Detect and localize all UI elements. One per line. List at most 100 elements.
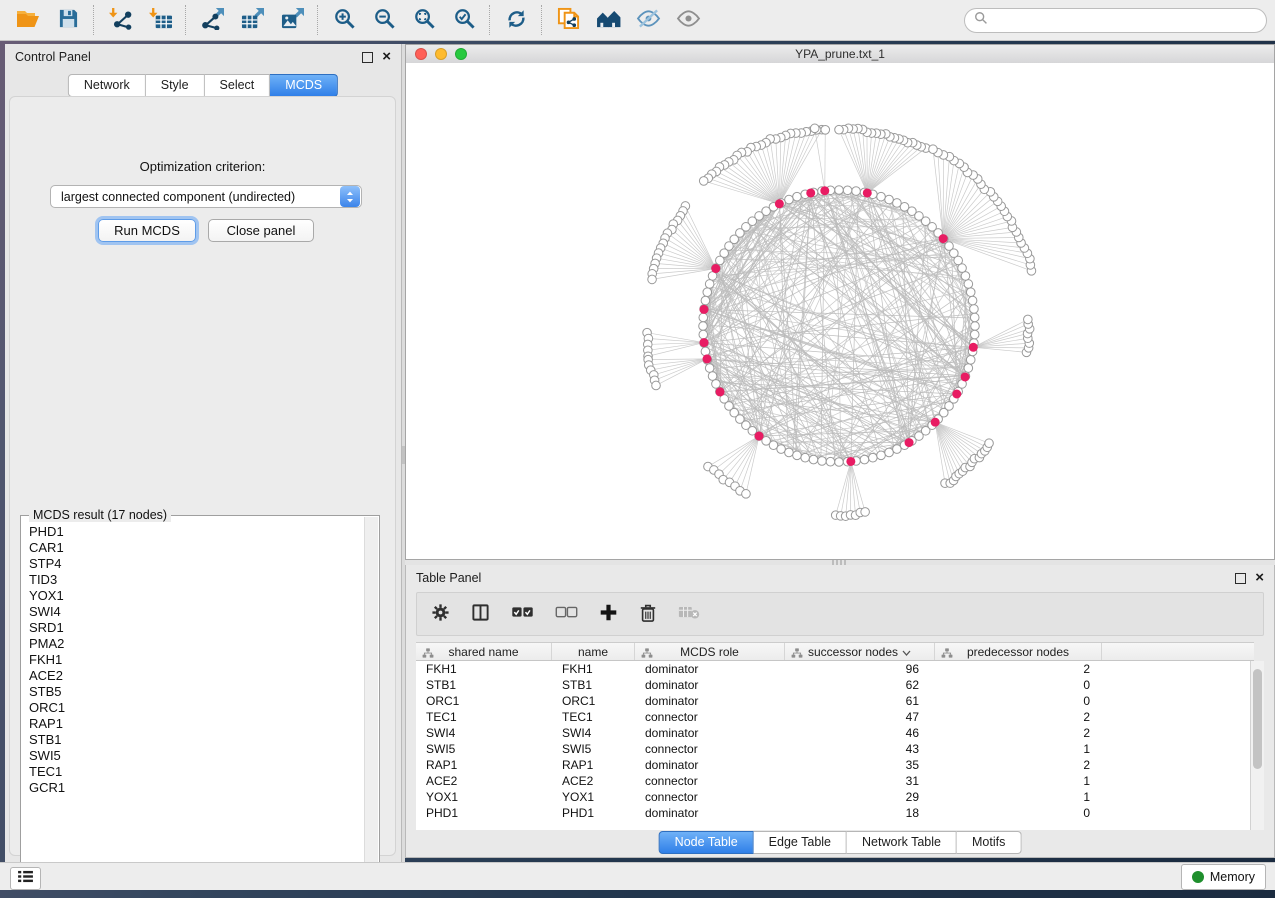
search-field[interactable] (964, 8, 1267, 33)
table-row[interactable]: SWI4SWI4dominator462 (416, 725, 1250, 741)
delete-table-button[interactable] (678, 605, 700, 623)
table-row[interactable]: RAP1RAP1dominator352 (416, 757, 1250, 773)
mcds-result-scrollbar[interactable] (364, 517, 378, 885)
deselect-all-button[interactable] (555, 606, 578, 622)
cell-name[interactable]: RAP1 (552, 757, 635, 773)
column-header-name[interactable]: name (552, 643, 635, 660)
mcds-result-item[interactable]: CAR1 (23, 540, 364, 556)
chevron-down-icon[interactable] (902, 645, 911, 659)
table-row[interactable]: FKH1FKH1dominator962 (416, 661, 1250, 677)
scrollbar-thumb[interactable] (1253, 669, 1262, 769)
open-file-button[interactable] (8, 3, 48, 37)
zoom-in-button[interactable] (324, 3, 364, 37)
cell-successor-nodes[interactable]: 43 (785, 741, 935, 757)
cell-mcds-role[interactable]: dominator (635, 677, 785, 693)
cell-mcds-role[interactable]: dominator (635, 805, 785, 821)
cell-mcds-role[interactable]: dominator (635, 693, 785, 709)
mcds-result-item[interactable]: ORC1 (23, 700, 364, 716)
show-columns-button[interactable] (471, 603, 490, 625)
close-panel-icon[interactable]: × (382, 52, 391, 62)
network-canvas[interactable] (406, 63, 1274, 559)
cell-shared-name[interactable]: SWI5 (416, 741, 552, 757)
cell-mcds-role[interactable]: connector (635, 773, 785, 789)
cell-mcds-role[interactable]: connector (635, 789, 785, 805)
cell-predecessor-nodes[interactable]: 0 (935, 677, 1102, 693)
close-panel-icon[interactable]: × (1255, 573, 1264, 583)
apply-preferred-layout-button[interactable] (496, 3, 536, 37)
mcds-result-item[interactable]: PMA2 (23, 636, 364, 652)
add-column-button[interactable] (599, 603, 618, 625)
cell-successor-nodes[interactable]: 35 (785, 757, 935, 773)
column-header-mcds-role[interactable]: MCDS role (635, 643, 785, 660)
run-mcds-button[interactable]: Run MCDS (98, 219, 196, 242)
cell-shared-name[interactable]: PHD1 (416, 805, 552, 821)
cell-name[interactable]: TEC1 (552, 709, 635, 725)
hide-selected-button[interactable] (628, 3, 668, 37)
tab-node-table[interactable]: Node Table (659, 831, 754, 854)
tab-mcds[interactable]: MCDS (270, 74, 338, 97)
tab-select[interactable]: Select (205, 74, 271, 97)
cell-predecessor-nodes[interactable]: 1 (935, 773, 1102, 789)
column-header-successor-nodes[interactable]: successor nodes (785, 643, 935, 660)
tab-network[interactable]: Network (68, 74, 146, 97)
network-window-titlebar[interactable]: YPA_prune.txt_1 (406, 45, 1274, 64)
criterion-dropdown[interactable]: largest connected component (undirected) (50, 185, 362, 208)
cell-mcds-role[interactable]: connector (635, 741, 785, 757)
export-table-button[interactable] (232, 3, 272, 37)
cell-predecessor-nodes[interactable]: 0 (935, 693, 1102, 709)
mcds-result-item[interactable]: SWI5 (23, 748, 364, 764)
mcds-result-item[interactable]: FKH1 (23, 652, 364, 668)
cell-shared-name[interactable]: RAP1 (416, 757, 552, 773)
mcds-result-item[interactable]: TID3 (23, 572, 364, 588)
cell-predecessor-nodes[interactable]: 2 (935, 661, 1102, 677)
zoom-fit-button[interactable] (404, 3, 444, 37)
save-session-button[interactable] (48, 3, 88, 37)
mcds-result-item[interactable]: ACE2 (23, 668, 364, 684)
column-header-shared-name[interactable]: shared name (416, 643, 552, 660)
cell-name[interactable]: PHD1 (552, 805, 635, 821)
memory-button[interactable]: Memory (1181, 864, 1266, 890)
tab-network-table[interactable]: Network Table (847, 831, 957, 854)
mcds-result-item[interactable]: STP4 (23, 556, 364, 572)
table-row[interactable]: ORC1ORC1dominator610 (416, 693, 1250, 709)
mcds-result-item[interactable]: GCR1 (23, 780, 364, 796)
cell-shared-name[interactable]: ORC1 (416, 693, 552, 709)
table-scrollbar[interactable] (1250, 661, 1264, 830)
table-row[interactable]: SWI5SWI5connector431 (416, 741, 1250, 757)
cell-mcds-role[interactable]: dominator (635, 757, 785, 773)
cell-shared-name[interactable]: YOX1 (416, 789, 552, 805)
column-header-predecessor-nodes[interactable]: predecessor nodes (935, 643, 1102, 660)
export-image-button[interactable] (272, 3, 312, 37)
zoom-selected-button[interactable] (444, 3, 484, 37)
export-network-button[interactable] (192, 3, 232, 37)
import-table-file-button[interactable] (140, 3, 180, 37)
table-row[interactable]: STB1STB1dominator620 (416, 677, 1250, 693)
clone-network-button[interactable] (548, 3, 588, 37)
cell-shared-name[interactable]: FKH1 (416, 661, 552, 677)
cell-predecessor-nodes[interactable]: 1 (935, 789, 1102, 805)
cell-mcds-role[interactable]: dominator (635, 661, 785, 677)
cell-successor-nodes[interactable]: 96 (785, 661, 935, 677)
table-row[interactable]: ACE2ACE2connector311 (416, 773, 1250, 789)
cell-shared-name[interactable]: ACE2 (416, 773, 552, 789)
select-all-button[interactable] (511, 606, 534, 622)
float-panel-icon[interactable] (1235, 573, 1246, 584)
import-network-file-button[interactable] (100, 3, 140, 37)
float-panel-icon[interactable] (362, 52, 373, 63)
mcds-result-item[interactable]: YOX1 (23, 588, 364, 604)
cell-name[interactable]: FKH1 (552, 661, 635, 677)
zoom-out-button[interactable] (364, 3, 404, 37)
delete-column-button[interactable] (639, 603, 657, 626)
cell-shared-name[interactable]: SWI4 (416, 725, 552, 741)
table-row[interactable]: YOX1YOX1connector291 (416, 789, 1250, 805)
first-neighbors-button[interactable] (588, 3, 628, 37)
tab-style[interactable]: Style (146, 74, 205, 97)
cell-name[interactable]: ORC1 (552, 693, 635, 709)
cell-successor-nodes[interactable]: 62 (785, 677, 935, 693)
mcds-result-item[interactable]: SWI4 (23, 604, 364, 620)
table-settings-button[interactable] (431, 603, 450, 625)
cell-shared-name[interactable]: TEC1 (416, 709, 552, 725)
close-panel-button[interactable]: Close panel (208, 219, 314, 242)
table-row[interactable]: PHD1PHD1dominator180 (416, 805, 1250, 821)
mcds-result-item[interactable]: PHD1 (23, 524, 364, 540)
